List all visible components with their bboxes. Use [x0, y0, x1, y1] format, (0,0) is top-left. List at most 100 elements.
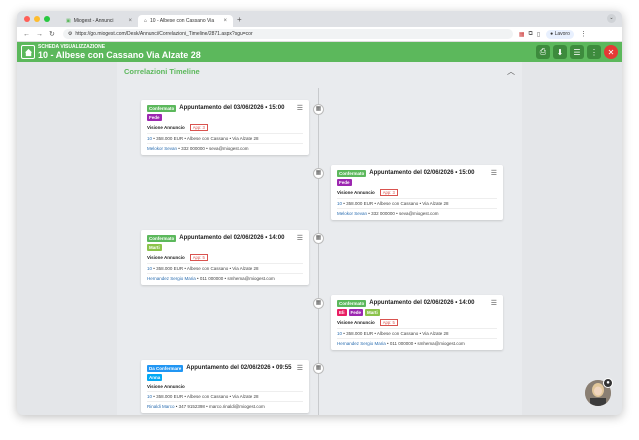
hamburger-icon[interactable]: ☰ [297, 364, 303, 372]
section-title: Correlazioni Timeline [124, 67, 200, 76]
agent-tag: Marti [147, 244, 162, 251]
header-actions: ⎙ ⬇ ☰ ⋮ ✕ [536, 45, 618, 59]
hamburger-icon[interactable]: ☰ [491, 169, 497, 177]
appointment-count[interactable]: App: 5 [189, 254, 208, 261]
hamburger-icon[interactable]: ☰ [297, 104, 303, 112]
url-field[interactable]: ⚙ https://go.miogest.com/Desk/Annunci/Co… [62, 29, 513, 39]
visione-label: Visione Annuncio [337, 320, 375, 325]
extension-icon[interactable]: ▦ [519, 31, 525, 38]
browser-tab-active[interactable]: ⌂ 10 - Albese con Cassano Via × [138, 15, 233, 27]
calendar-icon: ▦ [313, 233, 324, 244]
listing-details: • 358.000 EUR • Albese con Cassano • Via… [152, 136, 259, 141]
minimize-window-button[interactable] [34, 16, 40, 22]
download-icon[interactable]: ⬇ [553, 45, 567, 59]
hamburger-icon[interactable]: ☰ [491, 299, 497, 307]
appointment-card[interactable]: Confermato Appuntamento del 02/06/2026 •… [331, 295, 503, 350]
listing-details: • 358.000 EUR • Albese con Cassano • Via… [342, 201, 449, 206]
contact-link[interactable]: Melokor Sevan [147, 146, 177, 151]
app-header: SCHEDA VISUALIZZAZIONE 10 - Albese con C… [17, 42, 622, 62]
status-badge: Da Confermare [147, 364, 184, 372]
tab-close-icon[interactable]: × [128, 18, 132, 24]
contact-info: • 332 000000 • seva@miogest.com [177, 146, 249, 151]
appointment-title: Appuntamento del 02/06/2026 • 14:00 [369, 300, 475, 306]
status-badge: Confermato [147, 104, 177, 112]
appointment-card[interactable]: Confermato Appuntamento del 03/06/2026 •… [141, 100, 309, 155]
appointment-count[interactable]: App: 3 [189, 124, 208, 131]
agent-tag: Eli [337, 309, 347, 316]
calendar-icon: ▦ [313, 298, 324, 309]
url-text: https://go.miogest.com/Desk/Annunci/Corr… [75, 31, 253, 37]
extensions-puzzle-icon[interactable]: ⧉ [529, 31, 533, 38]
printer-icon[interactable]: ⎙ [536, 45, 550, 59]
listing-details: • 358.000 EUR • Albese con Cassano • Via… [152, 394, 259, 399]
zoom-window-button[interactable] [44, 16, 50, 22]
section-header[interactable]: Correlazioni Timeline ︿ [117, 62, 522, 82]
tab-title: 10 - Albese con Cassano Via [150, 18, 215, 24]
browser-tab[interactable]: ▣ Miogest - Annunci × [60, 15, 138, 27]
home-icon [24, 48, 32, 56]
appointment-title: Appuntamento del 02/06/2026 • 09:55 [186, 365, 292, 371]
status-badge: Confermato [147, 234, 177, 242]
agent-tag: Marti [365, 309, 380, 316]
close-window-button[interactable] [24, 16, 30, 22]
appointment-count[interactable]: App: 5 [379, 319, 398, 326]
calendar-icon: ▦ [313, 104, 324, 115]
appointment-title: Appuntamento del 02/06/2026 • 14:00 [179, 235, 285, 241]
close-icon[interactable]: ✕ [604, 45, 618, 59]
tab-favicon-icon: ▣ [66, 18, 71, 24]
listing-details: • 358.000 EUR • Albese con Cassano • Via… [152, 266, 259, 271]
contact-link[interactable]: Hernandez Sergio Maria [147, 276, 196, 281]
agent-tag: Fede [337, 179, 352, 186]
contact-info: • 011 000000 • smhema@miogest.com [195, 276, 275, 281]
tab-home-icon: ⌂ [144, 18, 148, 24]
contact-link[interactable]: Melokor Sevan [337, 211, 367, 216]
chevron-up-icon[interactable]: ︿ [507, 66, 515, 77]
appointment-card[interactable]: Confermato Appuntamento del 02/06/2026 •… [331, 165, 503, 220]
contact-info: • 332 000000 • seva@miogest.com [367, 211, 439, 216]
home-button[interactable] [21, 45, 35, 59]
browser-menu-icon[interactable]: ⋮ [580, 30, 587, 38]
agent-tag: Fede [147, 114, 162, 121]
site-info-icon[interactable]: ⚙ [68, 31, 72, 37]
status-badge: Confermato [337, 169, 367, 177]
contact-info: • 347 9152398 • marco.rinaldi@miogest.co… [174, 404, 265, 409]
sidepanel-icon[interactable]: ▯ [537, 31, 540, 38]
tab-close-icon[interactable]: × [223, 18, 227, 24]
visione-label: Visione Annuncio [337, 190, 375, 195]
tab-search-icon[interactable]: ⌄ [607, 14, 616, 23]
profile-button[interactable]: ● Lavoro [546, 29, 574, 39]
chat-badge-icon: ● [603, 378, 613, 388]
appointment-title: Appuntamento del 03/06/2026 • 15:00 [179, 105, 285, 111]
listing-details: • 358.000 EUR • Albese con Cassano • Via… [342, 331, 449, 336]
appointment-card[interactable]: Da Confermare Appuntamento del 02/06/202… [141, 360, 309, 413]
appointment-count[interactable]: App: 3 [379, 189, 398, 196]
calendar-icon: ▦ [313, 168, 324, 179]
browser-window: ▣ Miogest - Annunci × ⌂ 10 - Albese con … [17, 11, 622, 415]
address-bar-row: ← → ↻ ⚙ https://go.miogest.com/Desk/Annu… [17, 27, 622, 42]
page-title: 10 - Albese con Cassano Via Alzate 28 [38, 50, 201, 60]
appointment-title: Appuntamento del 02/06/2026 • 15:00 [369, 170, 475, 176]
visione-label: Visione Annuncio [147, 125, 185, 130]
reload-icon[interactable]: ↻ [49, 30, 55, 38]
timeline-section: Correlazioni Timeline ︿ ▦ ▦ ▦ ▦ ▦ Confer… [117, 62, 522, 415]
visione-label: Visione Annuncio [147, 255, 185, 260]
list-icon[interactable]: ☰ [570, 45, 584, 59]
agent-tag: Fede [348, 309, 364, 316]
contact-link[interactable]: Hernandez Sergio Maria [337, 341, 386, 346]
contact-info: • 011 000000 • smhema@miogest.com [385, 341, 465, 346]
new-tab-icon[interactable]: + [237, 15, 242, 24]
tab-bar: ▣ Miogest - Annunci × ⌂ 10 - Albese con … [17, 11, 622, 27]
profile-label: Lavoro [554, 31, 570, 37]
appointment-card[interactable]: Confermato Appuntamento del 02/06/2026 •… [141, 230, 309, 285]
agent-tag: Anna [147, 374, 163, 381]
window-controls [24, 16, 50, 22]
status-badge: Confermato [337, 299, 367, 307]
forward-icon[interactable]: → [36, 31, 43, 38]
contact-link[interactable]: Rinaldi Marco [147, 404, 175, 409]
tab-title: Miogest - Annunci [73, 18, 114, 24]
back-icon[interactable]: ← [23, 31, 30, 38]
more-vert-icon[interactable]: ⋮ [587, 45, 601, 59]
visione-label: Visione Annuncio [147, 384, 185, 389]
hamburger-icon[interactable]: ☰ [297, 234, 303, 242]
calendar-icon: ▦ [313, 363, 324, 374]
